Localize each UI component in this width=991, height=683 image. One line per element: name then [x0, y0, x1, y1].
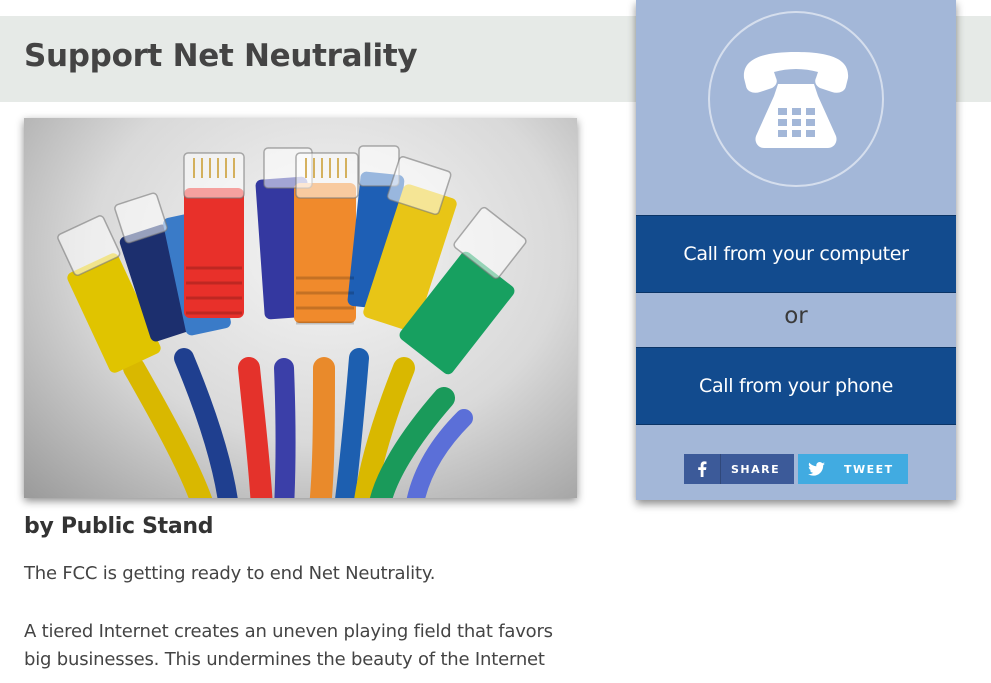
tweet-label: TWEET [844, 462, 894, 476]
facebook-share-button[interactable]: SHARE [684, 454, 794, 484]
call-widget: Call from your computer or Call from you… [636, 0, 956, 500]
page: Support Net Neutrality by Public Stand T… [0, 0, 991, 683]
byline: by Public Stand [24, 514, 214, 539]
intro-paragraph: The FCC is getting ready to end Net Neut… [24, 563, 436, 584]
body-paragraph: A tiered Internet creates an uneven play… [24, 618, 584, 674]
cables-illustration [57, 145, 527, 498]
share-row: SHARE TWEET [684, 454, 908, 484]
twitter-icon [798, 454, 834, 484]
body-line-1: A tiered Internet creates an uneven play… [24, 621, 553, 642]
share-label: SHARE [731, 462, 781, 476]
body-line-2: big businesses. This undermines the beau… [24, 649, 545, 670]
facebook-icon [684, 454, 721, 484]
hero-image-network-cables [24, 118, 577, 498]
telephone-icon [743, 52, 849, 148]
page-title: Support Net Neutrality [24, 38, 418, 74]
call-from-phone-button[interactable]: Call from your phone [636, 347, 956, 425]
call-from-computer-button[interactable]: Call from your computer [636, 215, 956, 293]
or-separator: or [784, 303, 808, 329]
twitter-tweet-button[interactable]: TWEET [798, 454, 908, 484]
